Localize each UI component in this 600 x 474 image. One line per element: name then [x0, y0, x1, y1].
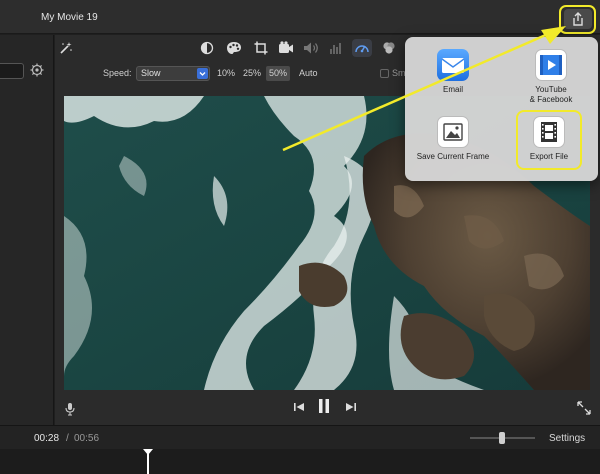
color-palette-icon[interactable] [224, 39, 244, 57]
share-item-email[interactable]: Email [408, 49, 498, 113]
total-time: 00:56 [74, 433, 100, 444]
smooth-label: Sm [392, 68, 406, 78]
timeline[interactable] [0, 449, 600, 474]
pause-icon[interactable] [317, 398, 331, 414]
share-item-label: Save Current Frame [416, 152, 490, 161]
filter-icon[interactable] [379, 39, 399, 57]
speed-option-auto[interactable]: Auto [296, 66, 321, 81]
skip-forward-icon[interactable] [345, 401, 357, 413]
left-pane [0, 35, 54, 425]
title-bar: My Movie 19 [0, 0, 600, 34]
speed-option-50[interactable]: 50% [266, 66, 291, 81]
window-title: My Movie 19 [41, 12, 98, 23]
skip-back-icon[interactable] [293, 401, 305, 413]
timeline-zoom-thumb[interactable] [499, 432, 505, 444]
speed-dropdown-value: Slow [141, 68, 161, 78]
speed-option-10[interactable]: 10% [214, 66, 238, 81]
smooth-checkbox[interactable] [380, 69, 389, 78]
share-item-label-line2: & Facebook [529, 95, 573, 104]
timecode-bar: 00:28 / 00:56 Settings [0, 425, 600, 449]
export-file-highlight [516, 110, 582, 170]
color-balance-icon[interactable] [197, 39, 217, 57]
youtube-icon [535, 49, 567, 81]
time-separator: / [66, 433, 69, 444]
crop-icon[interactable] [251, 39, 271, 57]
share-item-label-line1: YouTube [535, 85, 567, 94]
microphone-icon[interactable] [65, 402, 75, 416]
speedometer-icon[interactable] [352, 39, 372, 57]
chevron-down-icon [197, 68, 208, 79]
camera-icon[interactable] [276, 39, 296, 57]
current-time: 00:28 [34, 433, 60, 444]
volume-icon[interactable] [301, 39, 321, 57]
playhead[interactable] [147, 449, 149, 474]
settings-button[interactable]: Settings [549, 433, 585, 444]
equalizer-icon[interactable] [326, 39, 346, 57]
speed-label: Speed: [103, 68, 132, 78]
speed-dropdown[interactable]: Slow [136, 66, 210, 81]
fullscreen-icon[interactable] [577, 401, 591, 415]
image-icon [437, 116, 469, 148]
left-pane-field[interactable] [0, 63, 24, 79]
share-item-label: Email [442, 85, 463, 94]
share-item-youtube-facebook[interactable]: YouTube & Facebook [506, 49, 596, 113]
speed-option-25[interactable]: 25% [240, 66, 264, 81]
share-button-highlight [559, 5, 596, 34]
magic-wand-icon[interactable] [56, 39, 76, 57]
mail-icon [437, 49, 469, 81]
share-item-save-frame[interactable]: Save Current Frame [408, 116, 498, 180]
gear-icon[interactable] [30, 63, 44, 77]
share-menu: Email YouTube & Facebook Save Current Fr… [405, 37, 598, 181]
